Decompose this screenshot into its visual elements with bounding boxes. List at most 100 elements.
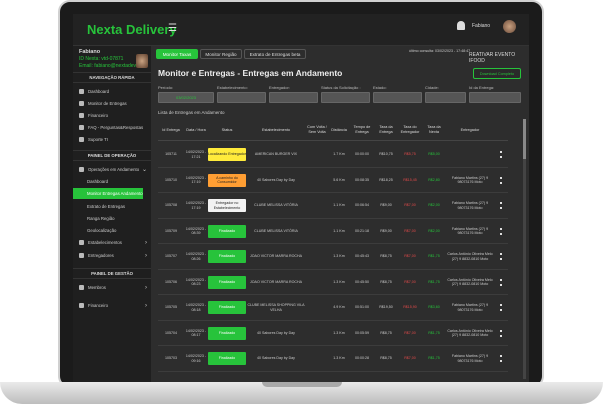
download-button[interactable]: Download Completo: [473, 68, 521, 79]
wifi-icon: [79, 137, 84, 142]
filter-label-store: Estabelecimento:: [217, 85, 248, 90]
avatar[interactable]: [503, 20, 516, 33]
more-options-icon[interactable]: [500, 176, 502, 184]
cell-dist: 1.7 Km: [333, 152, 345, 157]
status-badge: A caminho do Consumidor: [208, 173, 246, 187]
id-input[interactable]: [469, 92, 521, 103]
status-badge: Finalizado: [208, 275, 246, 289]
table-row[interactable]: 105706 14/02/2023 - 08:23 JOAO VICTOR MARR…: [158, 270, 508, 295]
cell-id: 105706: [165, 279, 177, 284]
scrollbar-thumb[interactable]: [523, 119, 526, 159]
sidebar-avatar: [136, 54, 148, 68]
store-select[interactable]: [217, 92, 266, 103]
cell-nfee: R$2,00: [428, 228, 440, 233]
col-nexta-fee: Taxa da Nexta: [427, 125, 441, 134]
sidebar-item-label: Operações em Andamento: [88, 167, 140, 172]
sidebar-subitem-ranga-regiao[interactable]: Ranga Região: [73, 213, 151, 224]
top-user-name[interactable]: Fabiano: [472, 23, 490, 29]
bell-icon[interactable]: [457, 21, 465, 30]
status-select[interactable]: [321, 92, 370, 103]
city-select[interactable]: [425, 92, 466, 103]
cell-time: 00:45:50: [355, 279, 369, 284]
sidebar-item-financeiro-gestao[interactable]: Financeiro ›: [73, 300, 151, 311]
laptop-notch: [262, 382, 342, 387]
sidebar-item-estabelecimentos[interactable]: Estabelecimentos ›: [73, 237, 151, 248]
period-input[interactable]: 03/02/2023: [158, 92, 214, 103]
cell-id: 105707: [165, 254, 177, 259]
sidebar-item-entregadores[interactable]: Entregadores ›: [73, 250, 151, 261]
sidebar-subitem-dashboard[interactable]: Dashboard: [73, 176, 151, 187]
driver-select[interactable]: [269, 92, 318, 103]
table-row[interactable]: 105711 14/02/2023 - 17:21 AMERICAN BURGER …: [158, 142, 508, 168]
sidebar-item-label: Dashboard: [88, 89, 110, 94]
cell-dfee: R$7,00: [404, 228, 416, 233]
col-driver: Entregador: [460, 127, 480, 132]
more-options-icon[interactable]: [500, 278, 502, 286]
tab-monitor-regiao[interactable]: Monitor Região: [200, 49, 242, 59]
more-options-icon[interactable]: [500, 202, 502, 209]
tab-monitor-taxas[interactable]: Monitor Taxas: [156, 49, 198, 59]
money-icon: [79, 113, 84, 118]
sidebar-subitem-geolocalizacao[interactable]: Geolocalização: [73, 225, 151, 236]
cell-date: 14/02/2023 - 17:19: [185, 201, 207, 210]
sidebar-item-suporte[interactable]: Suporte TI: [73, 134, 151, 145]
cell-dfee: R$7,00: [404, 254, 416, 259]
cell-volta: [306, 372, 328, 383]
table-row[interactable]: 105707 14/02/2023 - 08:26 JOAO VICTOR MARR…: [158, 244, 508, 270]
faq-icon: [79, 125, 84, 130]
cell-dist: 1.3 Km: [333, 356, 345, 361]
table-row[interactable]: 105704 14/02/2023 - 08:17 40 Sabores Day b…: [158, 321, 508, 346]
tab-extrato[interactable]: Extrato de Entregas beta: [244, 49, 306, 59]
hamburger-menu-icon[interactable]: ☰: [168, 23, 177, 34]
table-row[interactable]: 105709 14/02/2023 - 08:39 CLUBE MELISSA VI…: [158, 219, 508, 244]
more-options-icon[interactable]: [500, 304, 502, 311]
table-row[interactable]: Fabiano Martins: [158, 372, 508, 383]
cell-store: AMERICAN BURGER VIX: [254, 152, 298, 157]
cell-dfee: R$15,45: [403, 177, 417, 182]
driver-icon: [79, 253, 84, 258]
more-options-icon[interactable]: [500, 355, 502, 362]
sidebar-item-membros[interactable]: Membros ›: [73, 282, 151, 293]
sidebar-item-operacoes[interactable]: Operações em Andamento ⌄: [73, 164, 151, 175]
more-options-icon[interactable]: [500, 253, 502, 260]
cell-date: 14/02/2023 - 17:21: [185, 150, 207, 159]
more-options-icon[interactable]: [500, 227, 502, 235]
sidebar-subitem-extrato[interactable]: Extrato de Entregas: [73, 201, 151, 212]
cell-id: 105709: [165, 228, 177, 233]
cell-date: 14/02/2023 - 08:26: [185, 252, 207, 261]
col-store: Estabelecimento: [261, 127, 291, 132]
cell-nfee: R$1,75: [428, 330, 440, 335]
sidebar-item-monitor[interactable]: Monitor de Entregas: [73, 98, 151, 109]
app-logo[interactable]: Nexta Delivery: [87, 22, 177, 37]
cell-dfee: R$7,00: [404, 203, 416, 208]
table-row[interactable]: 105703 14/02/2023 - 09:16 40 Sabores Day b…: [158, 346, 508, 372]
sidebar-item-financeiro[interactable]: Financeiro: [73, 110, 151, 121]
list-title: Lista de Entregas em Andamento: [158, 110, 225, 115]
table-row[interactable]: 105710 14/02/2023 - 17:19 40 Sabores Day b…: [158, 168, 508, 193]
sidebar-item-dashboard[interactable]: Dashboard: [73, 86, 151, 97]
table-row[interactable]: 105705 14/02/2023 - 08:18 CLUBE MELISSA SH…: [158, 295, 508, 321]
cell-driver: Carlos Antônio Oliveira Melo (27) 9 8832…: [447, 252, 493, 261]
cell-fee: R$8,75: [380, 356, 392, 361]
reactivate-ifood-button[interactable]: REATIVAR EVENTO IFOOD: [469, 52, 529, 64]
state-select[interactable]: [373, 92, 422, 103]
cell-store: 40 Sabores Day by Day: [257, 330, 295, 335]
more-options-icon[interactable]: [500, 151, 502, 158]
cell-store: CLUBE MELISSA VITÓRIA: [254, 203, 298, 208]
cell-dist: 4.9 Km: [333, 305, 345, 310]
cell-driver: [446, 142, 494, 167]
cell-driver: Carlos Antônio Oliveira Melo (27) 9 8832…: [447, 328, 493, 338]
sidebar-item-faq[interactable]: FAQ - Perguntas&Respostas: [73, 122, 151, 133]
cell-driver: Fabiano Martins (27) 9 98073176 Moto: [451, 175, 489, 185]
sidebar-subitem-monitor-andamento[interactable]: Monitor Entregas Andamento: [73, 188, 143, 199]
status-badge: Entregador no Estabelecimento: [208, 199, 246, 212]
col-date: Data / Hora: [186, 127, 206, 132]
cell-time: 00:00:28: [355, 356, 369, 361]
cell-dfee: R$15,90: [403, 305, 417, 310]
table-row[interactable]: 105708 14/02/2023 - 17:19 CLUBE MELISSA VI…: [158, 193, 508, 219]
sidebar: Fabiano ID Nexta: vtd-07871 Email: fabia…: [73, 46, 151, 382]
cell-date: 14/02/2023 - 08:18: [185, 303, 207, 312]
more-options-icon[interactable]: [500, 329, 502, 337]
dashboard-icon: [79, 89, 84, 94]
monitor-icon: [79, 101, 84, 106]
